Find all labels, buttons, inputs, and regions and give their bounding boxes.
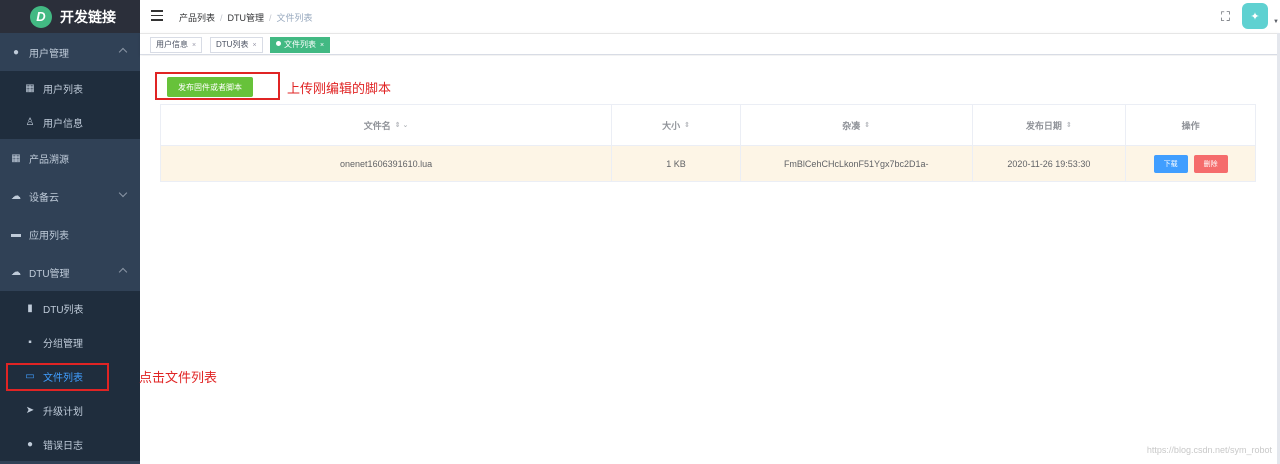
close-icon[interactable]: ×: [192, 42, 196, 49]
alert-icon: ●: [26, 438, 34, 450]
breadcrumb-item[interactable]: 产品列表: [179, 13, 215, 23]
download-button[interactable]: 下载: [1153, 154, 1188, 173]
sidebar-item-user-info[interactable]: ♙ 用户信息: [0, 105, 140, 139]
table-header: 文件名 ⇕ ⌄ 大小 ⇕ 杂凑 ⇕ 发布日期 ⇕ 操作: [161, 105, 1255, 146]
header-label: 大小: [662, 120, 681, 131]
chevron-up-icon: [118, 47, 128, 57]
main-content: 发布固件或者脚本 文件名 ⇕ ⌄ 大小 ⇕ 杂凑 ⇕ 发布日期 ⇕ 操作 onenet1…: [140, 56, 1280, 464]
brand[interactable]: D 开发链接: [0, 0, 140, 33]
header-label: 发布日期: [1025, 120, 1062, 131]
cell-date: 2020-11-26 19:53:30: [973, 146, 1127, 181]
annotation-upload-note: 上传刚编辑的脚本: [287, 81, 392, 96]
person-icon: ♙: [25, 116, 35, 128]
brand-logo: D: [30, 5, 52, 28]
sidebar-item-product-trace[interactable]: ▦ 产品溯源: [0, 139, 140, 177]
cloud-icon: ☁: [11, 190, 21, 202]
monitor-icon: ▬: [11, 228, 21, 240]
tag-dtu-list[interactable]: DTU列表 ×: [210, 37, 263, 53]
app: D 开发链接 ● 用户管理 ▦ 用户列表 ♙ 用户信息 ▦ 产品溯源 ☁ 设备云…: [0, 0, 1280, 464]
table-icon: ▦: [25, 82, 35, 94]
cell-size: 1 KB: [612, 146, 741, 181]
header-label: 操作: [1181, 120, 1200, 131]
sidebar-item-user-list[interactable]: ▦ 用户列表: [0, 71, 140, 105]
header-label: 文件名: [363, 120, 391, 131]
avatar[interactable]: ✦: [1242, 3, 1268, 29]
tag-label: 文件列表: [284, 40, 316, 49]
cell-actions: 下载 删除: [1126, 146, 1255, 181]
sidebar-item-label: 用户列表: [43, 84, 83, 96]
chevron-up-icon: [118, 267, 128, 277]
table-icon: ▦: [11, 152, 21, 164]
file-table: 文件名 ⇕ ⌄ 大小 ⇕ 杂凑 ⇕ 发布日期 ⇕ 操作 onenet1606391610…: [160, 104, 1256, 182]
table-row[interactable]: onenet1606391610.lua 1 KB FmBlCehCHcLkon…: [161, 146, 1255, 181]
sort-icon[interactable]: ⇕: [864, 121, 870, 129]
sidebar-menu: ● 用户管理 ▦ 用户列表 ♙ 用户信息 ▦ 产品溯源 ☁ 设备云 ▬ 应用列表…: [0, 33, 140, 461]
sidebar-item-label: 应用列表: [29, 230, 69, 242]
sidebar-item-label: DTU列表: [43, 304, 84, 316]
sidebar-item-label: 用户信息: [43, 118, 83, 130]
column-header-date[interactable]: 发布日期 ⇕: [973, 105, 1127, 145]
sidebar-item-group-management[interactable]: ▪ 分组管理: [0, 325, 140, 359]
sidebar: D 开发链接 ● 用户管理 ▦ 用户列表 ♙ 用户信息 ▦ 产品溯源 ☁ 设备云…: [0, 0, 140, 464]
sort-icon[interactable]: ⇕ ⌄: [395, 121, 409, 129]
bar-chart-icon: ▮: [27, 302, 33, 314]
sort-icon[interactable]: ⇕: [1066, 121, 1072, 129]
fullscreen-icon[interactable]: ⛶: [1221, 9, 1230, 25]
caret-down-icon[interactable]: ▼: [1273, 19, 1279, 25]
sidebar-item-label: 错误日志: [43, 440, 83, 452]
sidebar-item-label: DTU管理: [29, 268, 70, 280]
header-label: 杂凑: [842, 120, 861, 131]
sidebar-item-error-log[interactable]: ● 错误日志: [0, 427, 140, 461]
sidebar-item-device-cloud[interactable]: ☁ 设备云: [0, 177, 140, 215]
sidebar-item-label: 分组管理: [43, 338, 83, 350]
sort-icon[interactable]: ⇕: [684, 121, 690, 129]
annotation-box-upload: [155, 72, 280, 100]
sidebar-item-upgrade-plan[interactable]: ➤ 升级计划: [0, 393, 140, 427]
close-icon[interactable]: ×: [252, 42, 256, 49]
send-icon: ➤: [25, 404, 35, 416]
delete-button[interactable]: 删除: [1193, 154, 1228, 173]
breadcrumb-current: 文件列表: [276, 13, 313, 23]
chevron-down-icon: [118, 188, 128, 198]
cell-filename: onenet1606391610.lua: [161, 146, 613, 181]
breadcrumb: 产品列表 / DTU管理 / 文件列表: [179, 13, 313, 23]
navbar: 产品列表 / DTU管理 / 文件列表 ⛶ ✦ ▼: [140, 0, 1280, 33]
active-dot-icon: [276, 41, 281, 46]
sidebar-item-label: 设备云: [29, 192, 59, 204]
cloud-icon: ☁: [11, 266, 21, 278]
tag-file-list[interactable]: 文件列表 ×: [270, 37, 331, 53]
sidebar-item-dtu-list[interactable]: ▮ DTU列表: [0, 291, 140, 325]
annotation-menu-note: 点击文件列表: [139, 370, 218, 385]
column-header-actions: 操作: [1126, 105, 1255, 145]
breadcrumb-item[interactable]: DTU管理: [228, 13, 265, 23]
column-header-size[interactable]: 大小 ⇕: [612, 105, 741, 145]
watermark: https://blog.csdn.net/sym_robot: [1146, 445, 1272, 455]
sidebar-item-dtu-management[interactable]: ☁ DTU管理: [0, 253, 140, 291]
sidebar-item-label: 升级计划: [43, 406, 83, 418]
sidebar-item-user-management[interactable]: ● 用户管理: [0, 33, 140, 71]
user-icon: ●: [12, 46, 20, 58]
column-header-filename[interactable]: 文件名 ⇕ ⌄: [161, 105, 613, 145]
sidebar-item-label: 产品溯源: [29, 154, 69, 166]
close-icon[interactable]: ×: [320, 42, 324, 49]
brand-title: 开发链接: [60, 8, 116, 25]
tag-label: DTU列表: [216, 40, 249, 49]
hamburger-icon[interactable]: [151, 10, 163, 21]
sidebar-item-label: 用户管理: [29, 48, 69, 60]
column-header-hash[interactable]: 杂凑 ⇕: [741, 105, 973, 145]
cell-hash: FmBlCehCHcLkonF51Ygx7bc2D1a-: [741, 146, 973, 181]
grid-icon: ▪: [28, 336, 32, 348]
annotation-box-file-list: [6, 363, 109, 391]
tags-view: 用户信息 × DTU列表 × 文件列表 ×: [140, 33, 1280, 55]
sidebar-item-app-list[interactable]: ▬ 应用列表: [0, 215, 140, 253]
tag-user-info[interactable]: 用户信息 ×: [150, 37, 203, 53]
submenu-user: ▦ 用户列表 ♙ 用户信息: [0, 71, 140, 139]
tag-label: 用户信息: [156, 40, 188, 49]
